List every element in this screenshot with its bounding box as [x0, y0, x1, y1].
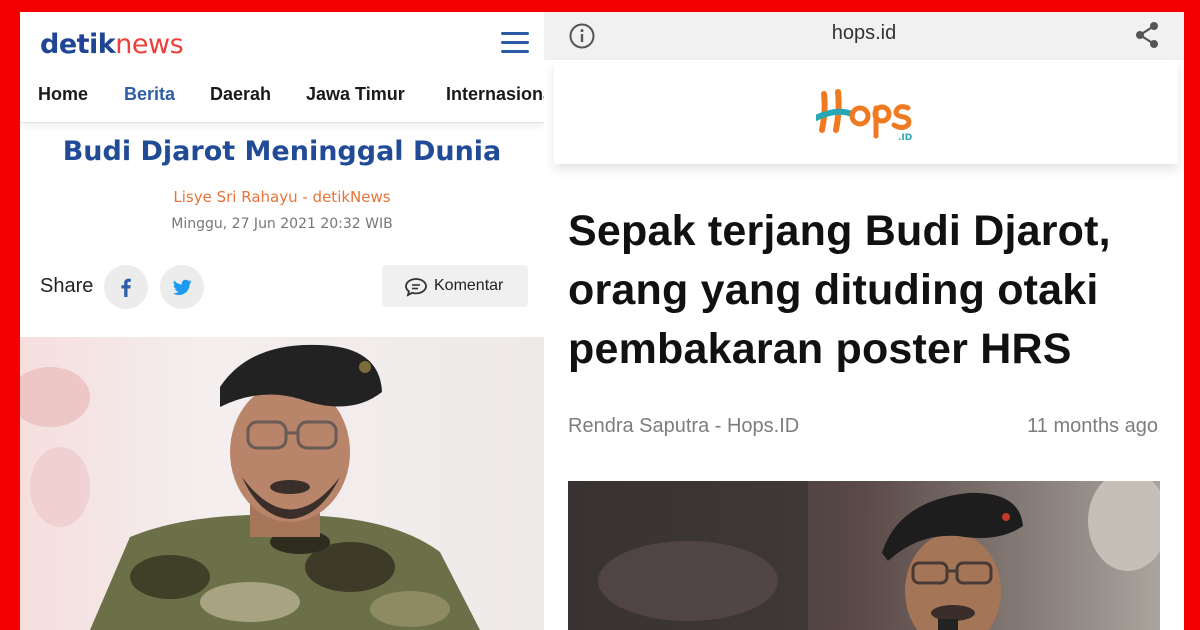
hops-logo-suffix: .ID	[898, 133, 912, 143]
article-date: Minggu, 27 Jun 2021 20:32 WIB	[171, 216, 393, 232]
detik-nav: Home Berita Daerah Jawa Timur Internasio…	[20, 74, 544, 123]
detik-logo-main: detik	[40, 29, 116, 60]
hops-logo[interactable]: .ID	[816, 80, 916, 144]
komentar-label: Komentar	[434, 277, 504, 294]
article-photo	[20, 337, 544, 630]
nav-item-berita[interactable]: Berita	[124, 84, 175, 105]
hops-header: .ID	[554, 60, 1178, 164]
detik-logo-accent: news	[115, 29, 184, 60]
nav-item-daerah[interactable]: Daerah	[210, 84, 271, 105]
facebook-share-button[interactable]	[104, 265, 148, 309]
nav-item-home[interactable]: Home	[38, 84, 88, 105]
browser-url-bar: hops.id	[544, 12, 1184, 60]
comment-icon	[405, 278, 427, 297]
hops-headline: Sepak terjang Budi Djarot, orang yang di…	[568, 207, 1111, 373]
komentar-button[interactable]: Komentar	[382, 265, 528, 307]
detik-logo[interactable]: detiknews	[40, 29, 184, 60]
hops-time-ago: 11 months ago	[1027, 415, 1158, 437]
facebook-icon	[121, 278, 131, 297]
nav-item-internasional[interactable]: Internasional	[446, 84, 544, 105]
nav-item-jawa-timur[interactable]: Jawa Timur	[306, 84, 405, 105]
hops-byline[interactable]: Rendra Saputra - Hops.ID	[568, 415, 799, 438]
detik-topbar: detiknews	[20, 12, 544, 74]
share-label: Share	[40, 275, 94, 297]
share-icon[interactable]	[1134, 21, 1160, 49]
twitter-share-button[interactable]	[160, 265, 204, 309]
hops-article-photo	[568, 481, 1160, 630]
article-title: Budi Djarot Meninggal Dunia	[62, 136, 502, 167]
article-author[interactable]: Lisye Sri Rahayu - detikNews	[20, 188, 544, 206]
twitter-icon	[172, 279, 192, 295]
detik-panel: detiknews Home Berita Daerah Jawa Timur …	[20, 12, 544, 630]
hops-panel: hops.id .ID Sepak terjang Budi Djarot, o…	[544, 12, 1184, 630]
menu-icon[interactable]	[501, 32, 529, 56]
url-text[interactable]: hops.id	[544, 22, 1184, 45]
